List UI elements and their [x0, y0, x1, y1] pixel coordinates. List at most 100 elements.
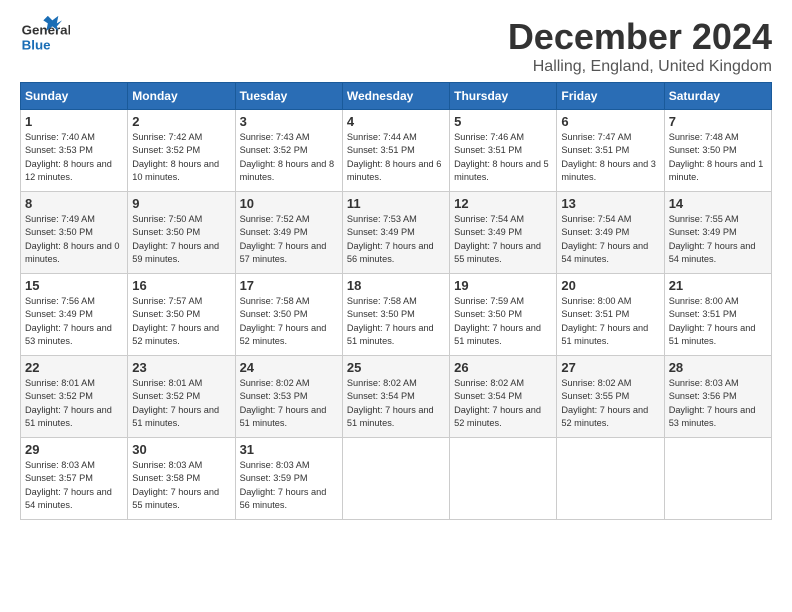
calendar-cell — [664, 438, 771, 520]
day-number: 19 — [454, 278, 552, 293]
day-info: Sunrise: 7:54 AMSunset: 3:49 PMDaylight:… — [454, 213, 552, 266]
day-number: 20 — [561, 278, 659, 293]
calendar-cell: 21 Sunrise: 8:00 AMSunset: 3:51 PMDayligh… — [664, 274, 771, 356]
day-info: Sunrise: 7:58 AMSunset: 3:50 PMDaylight:… — [347, 295, 445, 348]
day-info: Sunrise: 8:01 AMSunset: 3:52 PMDaylight:… — [25, 377, 123, 430]
calendar-cell: 4 Sunrise: 7:44 AMSunset: 3:51 PMDaylight… — [342, 110, 449, 192]
day-info: Sunrise: 7:59 AMSunset: 3:50 PMDaylight:… — [454, 295, 552, 348]
day-info: Sunrise: 7:40 AMSunset: 3:53 PMDaylight:… — [25, 131, 123, 184]
day-info: Sunrise: 8:03 AMSunset: 3:56 PMDaylight:… — [669, 377, 767, 430]
day-info: Sunrise: 8:00 AMSunset: 3:51 PMDaylight:… — [561, 295, 659, 348]
header: General Blue December 2024 Halling, Engl… — [20, 16, 772, 76]
calendar-cell: 29Sunrise: 8:03 AMSunset: 3:57 PMDayligh… — [21, 438, 128, 520]
calendar-cell: 28Sunrise: 8:03 AMSunset: 3:56 PMDayligh… — [664, 356, 771, 438]
day-number: 5 — [454, 114, 552, 129]
day-number: 29 — [25, 442, 123, 457]
day-info: Sunrise: 8:03 AMSunset: 3:59 PMDaylight:… — [240, 459, 338, 512]
day-info: Sunrise: 8:02 AMSunset: 3:54 PMDaylight:… — [454, 377, 552, 430]
calendar-cell: 9 Sunrise: 7:50 AMSunset: 3:50 PMDaylight… — [128, 192, 235, 274]
day-info: Sunrise: 8:02 AMSunset: 3:53 PMDaylight:… — [240, 377, 338, 430]
subtitle: Halling, England, United Kingdom — [508, 58, 772, 76]
day-number: 1 — [25, 114, 123, 129]
day-number: 25 — [347, 360, 445, 375]
day-info: Sunrise: 7:56 AMSunset: 3:49 PMDaylight:… — [25, 295, 123, 348]
calendar-cell: 17 Sunrise: 7:58 AMSunset: 3:50 PMDayligh… — [235, 274, 342, 356]
page-container: General Blue December 2024 Halling, Engl… — [0, 0, 792, 530]
day-info: Sunrise: 7:57 AMSunset: 3:50 PMDaylight:… — [132, 295, 230, 348]
day-info: Sunrise: 8:02 AMSunset: 3:55 PMDaylight:… — [561, 377, 659, 430]
col-sunday: Sunday — [21, 83, 128, 110]
day-number: 13 — [561, 196, 659, 211]
day-number: 31 — [240, 442, 338, 457]
col-monday: Monday — [128, 83, 235, 110]
calendar-cell — [342, 438, 449, 520]
calendar-cell: 7 Sunrise: 7:48 AMSunset: 3:50 PMDaylight… — [664, 110, 771, 192]
calendar-cell: 26 Sunrise: 8:02 AMSunset: 3:54 PMDayligh… — [450, 356, 557, 438]
day-number: 6 — [561, 114, 659, 129]
calendar-cell: 15 Sunrise: 7:56 AMSunset: 3:49 PMDayligh… — [21, 274, 128, 356]
day-number: 26 — [454, 360, 552, 375]
day-number: 23 — [132, 360, 230, 375]
day-number: 11 — [347, 196, 445, 211]
col-wednesday: Wednesday — [342, 83, 449, 110]
day-number: 16 — [132, 278, 230, 293]
calendar-cell — [450, 438, 557, 520]
day-info: Sunrise: 8:00 AMSunset: 3:51 PMDaylight:… — [669, 295, 767, 348]
logo: General Blue — [20, 16, 74, 56]
day-number: 14 — [669, 196, 767, 211]
calendar-cell: 25 Sunrise: 8:02 AMSunset: 3:54 PMDayligh… — [342, 356, 449, 438]
col-saturday: Saturday — [664, 83, 771, 110]
day-number: 12 — [454, 196, 552, 211]
day-info: Sunrise: 7:58 AMSunset: 3:50 PMDaylight:… — [240, 295, 338, 348]
calendar-cell: 10 Sunrise: 7:52 AMSunset: 3:49 PMDayligh… — [235, 192, 342, 274]
day-info: Sunrise: 7:44 AMSunset: 3:51 PMDaylight:… — [347, 131, 445, 184]
calendar-cell: 23 Sunrise: 8:01 AMSunset: 3:52 PMDayligh… — [128, 356, 235, 438]
day-info: Sunrise: 7:49 AMSunset: 3:50 PMDaylight:… — [25, 213, 123, 266]
day-info: Sunrise: 7:54 AMSunset: 3:49 PMDaylight:… — [561, 213, 659, 266]
svg-text:Blue: Blue — [22, 37, 51, 52]
calendar-cell: 11 Sunrise: 7:53 AMSunset: 3:49 PMDayligh… — [342, 192, 449, 274]
day-number: 3 — [240, 114, 338, 129]
day-info: Sunrise: 7:46 AMSunset: 3:51 PMDaylight:… — [454, 131, 552, 184]
day-number: 15 — [25, 278, 123, 293]
day-number: 30 — [132, 442, 230, 457]
calendar-cell — [557, 438, 664, 520]
calendar-cell: 6Sunrise: 7:47 AMSunset: 3:51 PMDaylight… — [557, 110, 664, 192]
calendar-table: Sunday Monday Tuesday Wednesday Thursday… — [20, 82, 772, 520]
day-info: Sunrise: 7:52 AMSunset: 3:49 PMDaylight:… — [240, 213, 338, 266]
day-info: Sunrise: 7:50 AMSunset: 3:50 PMDaylight:… — [132, 213, 230, 266]
calendar-cell: 5 Sunrise: 7:46 AMSunset: 3:51 PMDaylight… — [450, 110, 557, 192]
day-number: 7 — [669, 114, 767, 129]
col-tuesday: Tuesday — [235, 83, 342, 110]
day-info: Sunrise: 7:48 AMSunset: 3:50 PMDaylight:… — [669, 131, 767, 184]
day-number: 4 — [347, 114, 445, 129]
day-number: 24 — [240, 360, 338, 375]
day-number: 10 — [240, 196, 338, 211]
calendar-week-3: 15 Sunrise: 7:56 AMSunset: 3:49 PMDayligh… — [21, 274, 772, 356]
main-title: December 2024 — [508, 16, 772, 58]
day-number: 9 — [132, 196, 230, 211]
calendar-week-5: 29Sunrise: 8:03 AMSunset: 3:57 PMDayligh… — [21, 438, 772, 520]
day-info: Sunrise: 7:42 AMSunset: 3:52 PMDaylight:… — [132, 131, 230, 184]
calendar-cell: 24 Sunrise: 8:02 AMSunset: 3:53 PMDayligh… — [235, 356, 342, 438]
title-block: December 2024 Halling, England, United K… — [508, 16, 772, 76]
day-info: Sunrise: 8:03 AMSunset: 3:58 PMDaylight:… — [132, 459, 230, 512]
day-info: Sunrise: 8:02 AMSunset: 3:54 PMDaylight:… — [347, 377, 445, 430]
calendar-cell: 16 Sunrise: 7:57 AMSunset: 3:50 PMDayligh… — [128, 274, 235, 356]
calendar-week-4: 22Sunrise: 8:01 AMSunset: 3:52 PMDayligh… — [21, 356, 772, 438]
day-number: 21 — [669, 278, 767, 293]
col-friday: Friday — [557, 83, 664, 110]
day-info: Sunrise: 7:53 AMSunset: 3:49 PMDaylight:… — [347, 213, 445, 266]
calendar-cell: 2Sunrise: 7:42 AMSunset: 3:52 PMDaylight… — [128, 110, 235, 192]
header-row: Sunday Monday Tuesday Wednesday Thursday… — [21, 83, 772, 110]
day-number: 17 — [240, 278, 338, 293]
day-info: Sunrise: 7:55 AMSunset: 3:49 PMDaylight:… — [669, 213, 767, 266]
calendar-cell: 27Sunrise: 8:02 AMSunset: 3:55 PMDayligh… — [557, 356, 664, 438]
day-info: Sunrise: 8:01 AMSunset: 3:52 PMDaylight:… — [132, 377, 230, 430]
calendar-cell: 31 Sunrise: 8:03 AMSunset: 3:59 PMDayligh… — [235, 438, 342, 520]
day-info: Sunrise: 7:43 AMSunset: 3:52 PMDaylight:… — [240, 131, 338, 184]
calendar-week-2: 8Sunrise: 7:49 AMSunset: 3:50 PMDaylight… — [21, 192, 772, 274]
calendar-cell: 12 Sunrise: 7:54 AMSunset: 3:49 PMDayligh… — [450, 192, 557, 274]
day-number: 18 — [347, 278, 445, 293]
calendar-cell: 18 Sunrise: 7:58 AMSunset: 3:50 PMDayligh… — [342, 274, 449, 356]
